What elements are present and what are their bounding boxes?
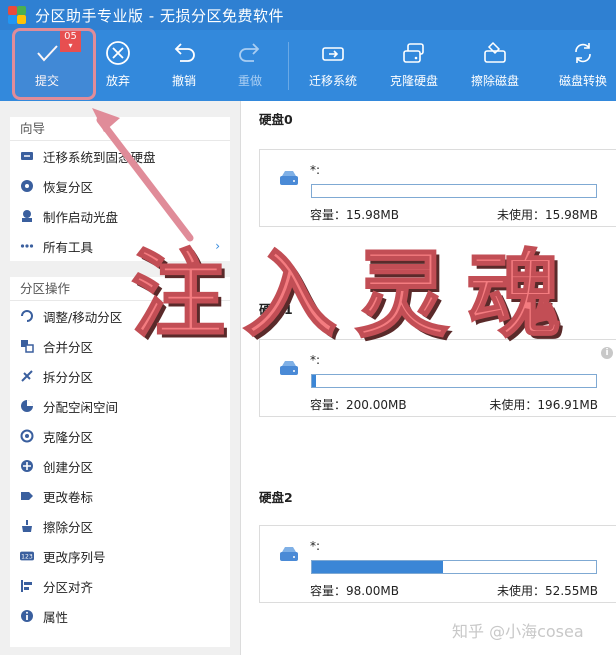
app-window: 分区助手专业版 - 无损分区免费软件 提交 放弃 撤销 重做 迁移系统 克隆硬盘 bbox=[0, 0, 616, 655]
overlay-caption: 注入灵魂 bbox=[130, 239, 579, 351]
watermark: 知乎 @小海cosea bbox=[452, 622, 584, 641]
